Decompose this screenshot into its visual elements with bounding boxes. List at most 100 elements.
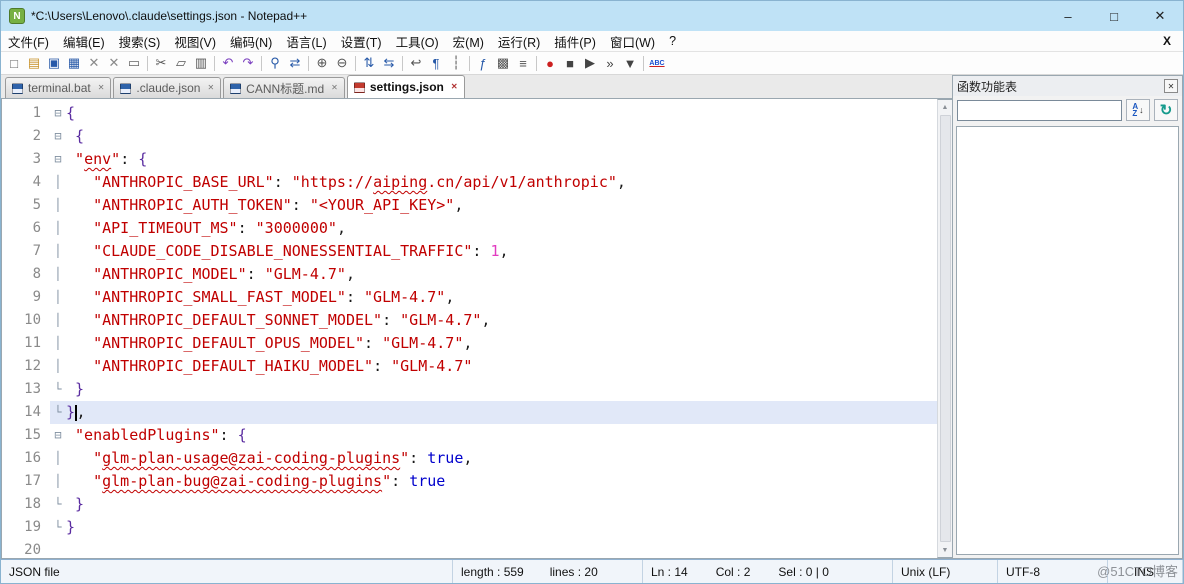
copy-icon[interactable]: ▱ <box>171 53 191 73</box>
menu-item[interactable]: 视图(V) <box>167 31 223 51</box>
tab-close-icon[interactable]: ✕ <box>451 83 458 91</box>
replace-icon[interactable]: ⇄ <box>285 53 305 73</box>
indent-guide-icon[interactable]: ┆ <box>446 53 466 73</box>
close-document-icon[interactable]: ✕ <box>84 53 104 73</box>
tab-settings.json[interactable]: settings.json ✕ <box>346 75 465 98</box>
sync-horizontal-scrolling-icon[interactable]: ⇆ <box>379 53 399 73</box>
editor-line[interactable]: 12 │ "ANTHROPIC_DEFAULT_HAIKU_MODEL": "GL… <box>2 355 937 378</box>
tab-close-icon[interactable]: ✕ <box>207 84 214 92</box>
tab-bar: terminal.bat ✕ .claude.json ✕ CANN标题.md ✕ sett… <box>1 75 952 98</box>
refresh-button[interactable]: ↻ <box>1154 99 1178 121</box>
function-list-body[interactable] <box>956 126 1179 555</box>
tab-close-icon[interactable]: ✕ <box>331 84 338 92</box>
tab-terminal.bat[interactable]: terminal.bat ✕ <box>5 77 112 98</box>
editor-line[interactable]: 9 │ "ANTHROPIC_SMALL_FAST_MODEL": "GLM-4.… <box>2 286 937 309</box>
editor-line[interactable]: 3 ⊟ "env": { <box>2 148 937 171</box>
editor-line[interactable]: 10 │ "ANTHROPIC_DEFAULT_SONNET_MODEL": "G… <box>2 309 937 332</box>
menu-item[interactable]: 文件(F) <box>1 31 56 51</box>
redo-icon[interactable]: ↷ <box>238 53 258 73</box>
fold-marker[interactable]: ⊟ <box>50 424 66 447</box>
document-list-icon[interactable]: ≡ <box>513 53 533 73</box>
print-icon[interactable]: ▭ <box>124 53 144 73</box>
document-map-icon[interactable]: ▩ <box>493 53 513 73</box>
editor-line[interactable]: 17 │ "glm-plan-bug@zai-coding-plugins": t… <box>2 470 937 493</box>
menu-item[interactable]: ? <box>662 31 683 51</box>
save-icon[interactable]: ▣ <box>44 53 64 73</box>
menu-item[interactable]: 编码(N) <box>223 31 279 51</box>
macro-run-multiple-icon[interactable]: » <box>600 53 620 73</box>
paste-icon[interactable]: ▥ <box>191 53 211 73</box>
editor-line[interactable]: 19 └} <box>2 516 937 539</box>
menu-item[interactable]: 插件(P) <box>547 31 603 51</box>
maximize-button[interactable]: □ <box>1091 1 1137 31</box>
show-all-characters-icon[interactable]: ¶ <box>426 53 446 73</box>
editor-line[interactable]: 7 │ "CLAUDE_CODE_DISABLE_NONESSENTIAL_TRA… <box>2 240 937 263</box>
scroll-down-icon[interactable]: ▼ <box>938 543 952 557</box>
word-wrap-icon[interactable]: ↩ <box>406 53 426 73</box>
tab-.claude.json[interactable]: .claude.json ✕ <box>113 77 222 98</box>
macro-record-icon[interactable]: ● <box>540 53 560 73</box>
close-button[interactable]: ✕ <box>1137 1 1183 31</box>
editor-line[interactable]: 2 ⊟ { <box>2 125 937 148</box>
editor-line[interactable]: 4 │ "ANTHROPIC_BASE_URL": "https://aiping… <box>2 171 937 194</box>
menu-item[interactable]: 窗口(W) <box>603 31 662 51</box>
menu-item[interactable]: 语言(L) <box>279 31 333 51</box>
menu-item[interactable]: 运行(R) <box>491 31 547 51</box>
menu-item[interactable]: 编辑(E) <box>56 31 112 51</box>
sync-vertical-scrolling-icon[interactable]: ⇅ <box>359 53 379 73</box>
save-all-icon[interactable]: ▦ <box>64 53 84 73</box>
statusbar-eol[interactable]: Unix (LF) <box>893 560 998 583</box>
editor-line[interactable]: 14 └}, <box>2 401 937 424</box>
scroll-up-icon[interactable]: ▲ <box>938 100 952 114</box>
close-all-documents-icon[interactable]: ✕ <box>104 53 124 73</box>
menu-item[interactable]: 宏(M) <box>446 31 491 51</box>
macro-save-icon[interactable]: ▼ <box>620 53 640 73</box>
macro-play-icon[interactable]: ▶ <box>580 53 600 73</box>
fold-marker: └ <box>54 520 62 534</box>
find-icon[interactable]: ⚲ <box>265 53 285 73</box>
fold-marker[interactable]: ⊟ <box>50 148 66 171</box>
editor-line[interactable]: 1 ⊟{ <box>2 102 937 125</box>
menu-item[interactable]: 设置(T) <box>334 31 389 51</box>
toolbar-separator <box>214 55 215 71</box>
open-folder-icon[interactable]: ▤ <box>24 53 44 73</box>
scrollbar-thumb[interactable] <box>939 115 951 542</box>
menu-item[interactable]: 工具(O) <box>389 31 446 51</box>
editor-line[interactable]: 16 │ "glm-plan-usage@zai-coding-plugins":… <box>2 447 937 470</box>
tab-close-icon[interactable]: ✕ <box>98 84 105 92</box>
menu-item[interactable]: 搜索(S) <box>112 31 168 51</box>
editor[interactable]: 1 ⊟{2 ⊟ {3 ⊟ "env": {4 │ "ANTHROPIC_BASE_URL… <box>1 98 952 559</box>
sort-az-button[interactable]: A Z ↓ <box>1126 99 1150 121</box>
function-list-icon[interactable]: ƒ <box>473 53 493 73</box>
spell-check-icon[interactable]: ABC <box>647 53 667 73</box>
code-text: }, <box>66 401 937 424</box>
zoom-in-icon[interactable]: ⊕ <box>312 53 332 73</box>
panel-close-icon[interactable]: ✕ <box>1164 79 1178 93</box>
editor-line[interactable]: 11 │ "ANTHROPIC_DEFAULT_OPUS_MODEL": "GLM… <box>2 332 937 355</box>
vertical-scrollbar[interactable]: ▲ ▼ <box>937 99 952 558</box>
zoom-out-icon[interactable]: ⊖ <box>332 53 352 73</box>
menubar-close-button[interactable]: X <box>1151 34 1183 48</box>
function-search-input[interactable] <box>957 99 1122 121</box>
macro-stop-icon[interactable]: ■ <box>560 53 580 73</box>
tab-CANN标题.md[interactable]: CANN标题.md ✕ <box>223 77 345 98</box>
fold-marker[interactable]: ⊟ <box>50 125 66 148</box>
fold-marker <box>50 539 66 558</box>
statusbar-encoding[interactable]: UTF-8 <box>998 560 1108 583</box>
editor-line[interactable]: 8 │ "ANTHROPIC_MODEL": "GLM-4.7", <box>2 263 937 286</box>
statusbar-insert-mode[interactable]: INS <box>1108 560 1183 583</box>
undo-icon[interactable]: ↶ <box>218 53 238 73</box>
fold-marker[interactable]: ⊟ <box>50 102 66 125</box>
new-file-icon[interactable]: □ <box>4 53 24 73</box>
cut-icon[interactable]: ✂ <box>151 53 171 73</box>
editor-line[interactable]: 18 └ } <box>2 493 937 516</box>
editor-line[interactable]: 6 │ "API_TIMEOUT_MS": "3000000", <box>2 217 937 240</box>
editor-line[interactable]: 13 └ } <box>2 378 937 401</box>
editor-line[interactable]: 15 ⊟ "enabledPlugins": { <box>2 424 937 447</box>
editor-line[interactable]: 5 │ "ANTHROPIC_AUTH_TOKEN": "<YOUR_API_KE… <box>2 194 937 217</box>
code-text: "ANTHROPIC_DEFAULT_SONNET_MODEL": "GLM-4… <box>93 311 491 329</box>
minimize-button[interactable]: – <box>1045 1 1091 31</box>
editor-line[interactable]: 20 <box>2 539 937 558</box>
fold-marker: │ <box>54 336 62 350</box>
code-text: "API_TIMEOUT_MS": "3000000", <box>93 219 346 237</box>
